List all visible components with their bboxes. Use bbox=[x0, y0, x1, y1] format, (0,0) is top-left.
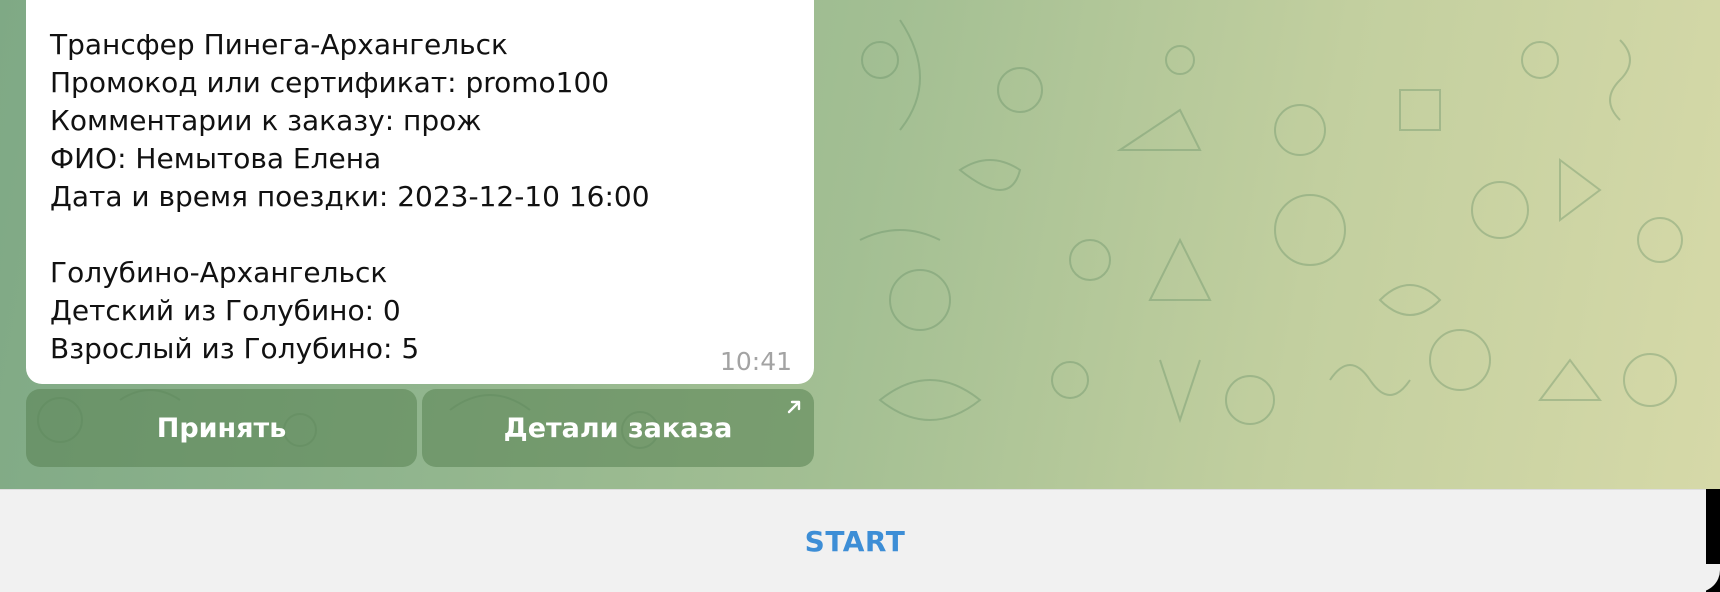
start-button[interactable]: START bbox=[0, 490, 1710, 592]
accept-button[interactable]: Принять bbox=[26, 389, 417, 467]
message-line: Голубино-Архангельск bbox=[50, 256, 388, 289]
start-button-label: START bbox=[804, 525, 906, 558]
window-edge bbox=[1692, 489, 1720, 592]
message-line-blank bbox=[50, 216, 790, 254]
order-details-button[interactable]: Детали заказа bbox=[422, 389, 814, 467]
order-details-button-label: Детали заказа bbox=[503, 412, 733, 444]
accept-button-label: Принять bbox=[156, 412, 287, 444]
bottom-bar: START bbox=[0, 489, 1720, 592]
message-bubble: Трансфер Пинега-Архангельск Промокод или… bbox=[26, 0, 814, 384]
message-line: ФИО: Немытова Елена bbox=[50, 142, 382, 175]
message-line: Трансфер Пинега-Архангельск bbox=[50, 28, 508, 61]
telegram-chat-window: Трансфер Пинега-Архангельск Промокод или… bbox=[0, 0, 1720, 592]
message-line: Детский из Голубино: 0 bbox=[50, 294, 401, 327]
message-time: 10:41 bbox=[719, 347, 792, 376]
message-line: Комментарии к заказу: прож bbox=[50, 104, 482, 137]
message-line: Промокод или сертификат: promo100 bbox=[50, 66, 610, 99]
external-link-arrow-icon bbox=[787, 400, 801, 414]
message-line: Взрослый из Голубино: 5 bbox=[50, 332, 420, 365]
message-line: Дата и время поездки: 2023-12-10 16:00 bbox=[50, 180, 650, 213]
